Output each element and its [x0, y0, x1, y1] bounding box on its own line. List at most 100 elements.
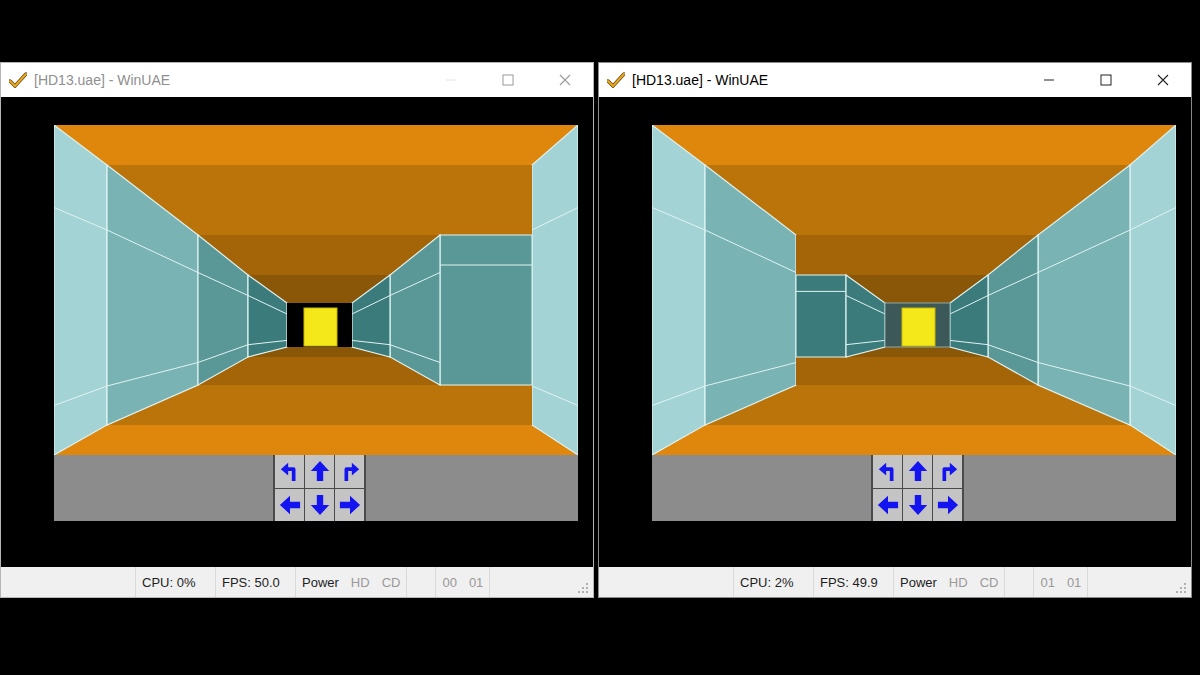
- window-controls: [1020, 63, 1191, 97]
- wall-line: [54, 386, 107, 406]
- left-button[interactable]: [873, 489, 902, 522]
- right-button[interactable]: [933, 489, 962, 522]
- yellow-block: [304, 308, 337, 346]
- status-led: CD: [376, 567, 408, 597]
- resize-grip-icon: [577, 582, 589, 594]
- down-button[interactable]: [305, 489, 334, 522]
- wall-line: [1038, 230, 1130, 273]
- wall-line: [107, 230, 198, 273]
- wall-panel: [352, 275, 390, 357]
- status-spacer: [1005, 567, 1034, 597]
- game-screen[interactable]: [54, 125, 578, 521]
- status-bar: CPU: 0%FPS: 50.0PowerHDCD0001: [1, 567, 593, 597]
- emulator-display[interactable]: [1, 97, 593, 567]
- turn-right-arrow-icon: [339, 460, 361, 482]
- wall-line: [198, 345, 248, 363]
- status-led: HD: [345, 567, 376, 597]
- status-led: HD: [943, 567, 974, 597]
- wall-line: [248, 340, 287, 344]
- maximize-icon: [502, 74, 514, 86]
- passage-wall: [440, 235, 532, 385]
- turn-left-button[interactable]: [275, 455, 304, 488]
- yellow-block: [902, 308, 935, 346]
- wall-line: [198, 273, 248, 296]
- drive-indicator: 00: [436, 567, 462, 597]
- status-led: Power: [296, 567, 345, 597]
- right-button[interactable]: [335, 489, 364, 522]
- wall-line: [1130, 208, 1176, 231]
- ceiling-band: [652, 125, 1176, 165]
- turn-right-button[interactable]: [933, 455, 962, 488]
- wall-panel: [950, 275, 988, 357]
- view-background: [54, 125, 578, 455]
- emulator-window[interactable]: [HD13.uae] - WinUAE CPU: 2%FPS: 49.9Power…: [598, 62, 1192, 598]
- wall-line: [532, 208, 578, 231]
- wall-panel: [1038, 165, 1130, 425]
- wall-panel: [705, 165, 796, 425]
- wall-line: [950, 296, 988, 315]
- wall-line: [1130, 386, 1176, 406]
- drive-indicator: 01: [1034, 567, 1060, 597]
- wall-panel: [532, 125, 578, 455]
- status-spacer: [1, 567, 136, 597]
- wall-line: [390, 345, 440, 363]
- minimize-button[interactable]: [422, 63, 479, 97]
- window-controls: [422, 63, 593, 97]
- status-reading: FPS: 49.9: [814, 567, 894, 597]
- floor-band: [652, 425, 1176, 455]
- emulator-window[interactable]: [HD13.uae] - WinUAECPU: 0%FPS: 50.0Power…: [0, 62, 594, 598]
- resize-grip[interactable]: [577, 582, 589, 594]
- wall-line: [652, 208, 705, 231]
- turn-right-arrow-icon: [937, 460, 959, 482]
- wall-line: [532, 386, 578, 406]
- right-arrow-icon: [339, 494, 361, 516]
- wall-line: [54, 208, 107, 231]
- down-button[interactable]: [903, 489, 932, 522]
- status-led: Power: [894, 567, 943, 597]
- maximize-button[interactable]: [1077, 63, 1134, 97]
- drive-indicator: 01: [1061, 567, 1088, 597]
- title-bar[interactable]: [HD13.uae] - WinUAE: [599, 63, 1191, 97]
- winuae-check-icon: [9, 72, 27, 88]
- corridor-end: [287, 303, 352, 347]
- wall-panel: [1130, 125, 1176, 455]
- turn-left-button[interactable]: [873, 455, 902, 488]
- turn-right-button[interactable]: [335, 455, 364, 488]
- wall-line: [950, 340, 988, 344]
- window-title: [HD13.uae] - WinUAE: [632, 72, 1013, 88]
- up-button[interactable]: [903, 455, 932, 488]
- status-reading: CPU: 2%: [734, 567, 814, 597]
- dungeon-view: [652, 125, 1176, 455]
- movement-pad: [273, 455, 366, 521]
- window-title: [HD13.uae] - WinUAE: [34, 72, 415, 88]
- left-arrow-icon: [877, 494, 899, 516]
- wall-line: [390, 273, 440, 296]
- wall-line: [352, 340, 390, 344]
- view-background: [652, 125, 1176, 455]
- control-bar: [652, 455, 1176, 521]
- left-button[interactable]: [275, 489, 304, 522]
- resize-grip[interactable]: [1175, 582, 1187, 594]
- winuae-check-icon: [607, 72, 625, 88]
- wall-panel: [198, 235, 248, 385]
- emulator-display[interactable]: [599, 97, 1191, 567]
- close-icon: [1157, 74, 1169, 86]
- close-button[interactable]: [536, 63, 593, 97]
- up-button[interactable]: [305, 455, 334, 488]
- title-bar[interactable]: [HD13.uae] - WinUAE: [1, 63, 593, 97]
- wall-line: [352, 296, 390, 315]
- maximize-button[interactable]: [479, 63, 536, 97]
- resize-grip-icon: [1175, 582, 1187, 594]
- minimize-button[interactable]: [1020, 63, 1077, 97]
- wall-line: [1038, 363, 1130, 387]
- wall-line: [846, 296, 885, 315]
- wall-panel: [107, 165, 198, 425]
- wall-panel: [652, 125, 705, 455]
- dungeon-view: [54, 125, 578, 455]
- turn-left-arrow-icon: [279, 460, 301, 482]
- close-button[interactable]: [1134, 63, 1191, 97]
- control-bar: [54, 455, 578, 521]
- passage-floor: [796, 357, 846, 385]
- game-screen[interactable]: [652, 125, 1176, 521]
- wall-panel: [846, 275, 885, 357]
